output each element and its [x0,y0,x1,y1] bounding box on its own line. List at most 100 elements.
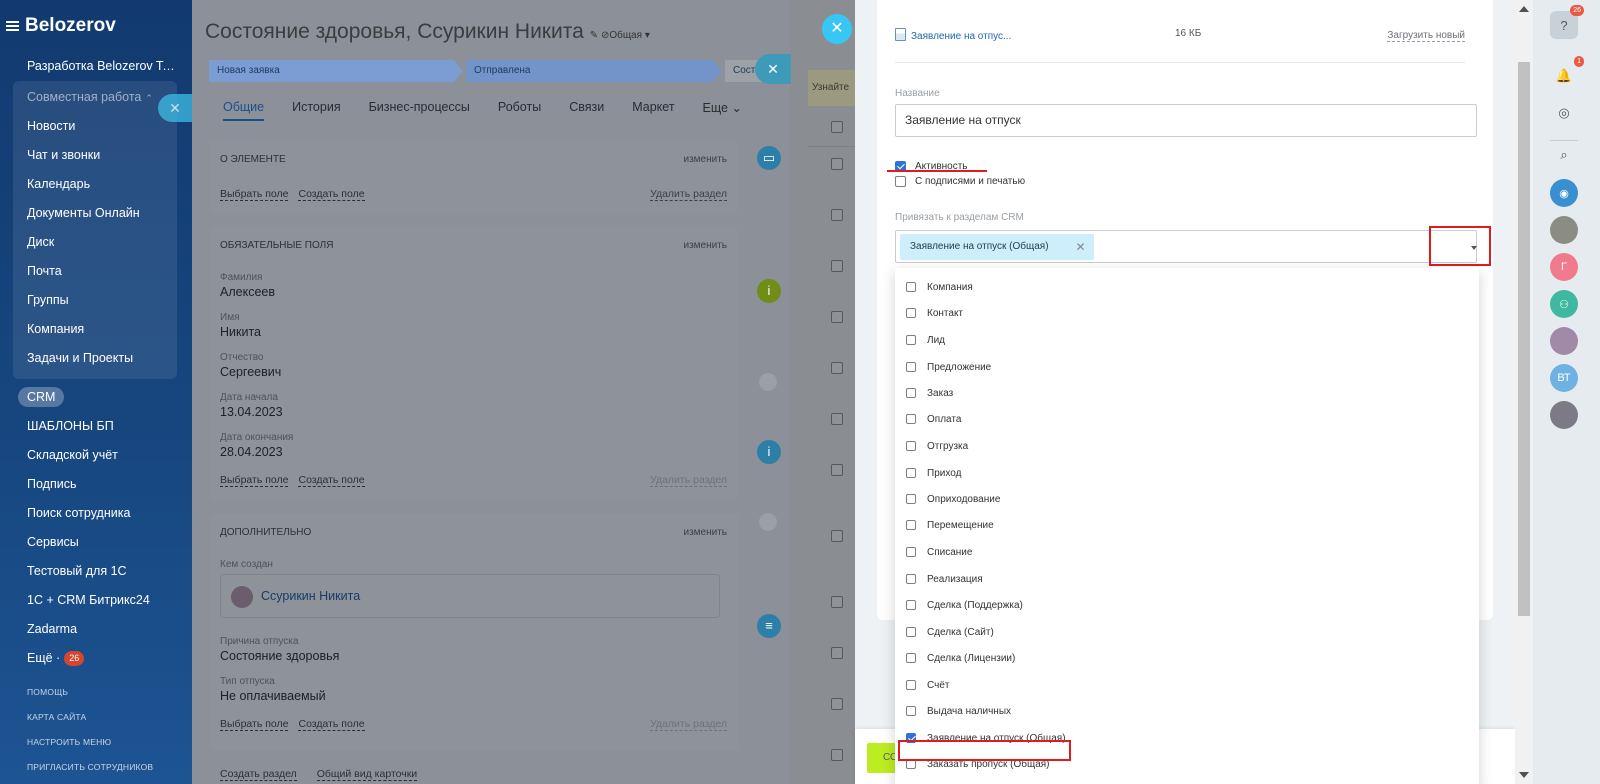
checkbox[interactable] [906,362,916,372]
stage-sent[interactable]: Отправлена [466,60,722,82]
avatar[interactable] [1550,327,1578,355]
section-edit-link[interactable]: изменить [683,154,727,165]
list-item[interactable]: Перемещение [906,516,994,534]
checkbox[interactable] [906,494,916,504]
pick-field-link[interactable]: Выбрать поле [220,474,289,487]
create-section-link[interactable]: Создать раздел [220,768,297,781]
help-icon[interactable]: ? 26 [1550,5,1584,39]
scroll-thumb[interactable] [1518,62,1530,616]
close-icon[interactable]: ✕ [755,54,791,84]
menu-burger-icon[interactable] [6,21,19,31]
comment-icon[interactable]: ▭ [757,146,781,170]
sidebar-item-zadarma[interactable]: Zadarma [13,615,177,644]
list-item[interactable]: Предложение [906,358,991,376]
sidebar-item-docs[interactable]: Документы Онлайн [13,199,177,228]
create-field-link[interactable]: Создать поле [298,188,365,201]
list-item[interactable]: Реализация [906,570,983,588]
file-link[interactable]: Заявление на отпус... [911,31,1011,42]
configure-menu-link[interactable]: НАСТРОИТЬ МЕНЮ [27,730,153,755]
list-item[interactable]: Контакт [906,304,963,322]
close-icon[interactable]: ✕ [158,94,192,122]
checkbox[interactable] [906,627,916,637]
sidebar-item-sign[interactable]: Подпись [13,470,177,499]
checkbox[interactable] [906,414,916,424]
sidebar-item-chat[interactable]: Чат и звонки [13,141,177,170]
checkbox[interactable] [906,335,916,345]
list-item[interactable]: Приход [906,464,961,482]
row-checkbox[interactable] [831,158,843,170]
logo[interactable]: Belozerov [6,15,116,37]
list-item[interactable]: Оприходование [906,490,1000,508]
checkbox[interactable] [906,680,916,690]
checkbox[interactable] [906,574,916,584]
stamps-checkbox[interactable] [895,176,906,187]
sidebar-item-bp-templates[interactable]: ШАБЛОНЫ БП [13,412,177,441]
search-icon[interactable]: ⌕ [1550,141,1578,169]
tab-market[interactable]: Маркет [632,100,674,121]
avatar[interactable] [1550,401,1578,429]
avatar[interactable] [1550,216,1578,244]
tab-more[interactable]: Еще ⌄ [703,100,742,121]
section-edit-link[interactable]: изменить [683,527,727,538]
sidebar-item-disk[interactable]: Диск [13,228,177,257]
delete-section-link[interactable]: Удалить раздел [650,718,727,731]
sidebar-item-test-1c[interactable]: Тестовый для 1С [13,557,177,586]
scroll-down-icon[interactable] [1519,772,1529,778]
row-checkbox[interactable] [831,121,843,133]
row-checkbox[interactable] [831,362,843,374]
checkbox[interactable] [906,468,916,478]
users-icon[interactable]: ⚇ [1550,290,1578,318]
creator-link[interactable]: Ссурикин Никита [261,589,360,603]
create-field-link[interactable]: Создать поле [298,474,365,487]
delete-section-link[interactable]: Удалить раздел [650,474,727,487]
tab-history[interactable]: История [292,100,340,121]
checkbox[interactable] [906,706,916,716]
sidebar-item-crm[interactable]: CRM [13,383,177,412]
sidebar-item-mail[interactable]: Почта [13,257,177,286]
upload-new-link[interactable]: Загрузить новый [1387,30,1465,42]
list-item[interactable]: Лид [906,331,945,349]
avatar[interactable]: ВТ [1550,364,1578,392]
list-item[interactable]: Заказ [906,384,953,402]
row-checkbox[interactable] [831,530,843,542]
delete-section-link[interactable]: Удалить раздел [650,188,727,201]
list-item[interactable]: Сделка (Поддержка) [906,596,1023,614]
avatar[interactable] [231,586,253,608]
sidebar-item-employee-search[interactable]: Поиск сотрудника [13,499,177,528]
checkbox[interactable] [906,308,916,318]
remove-tag-icon[interactable]: ✕ [1076,234,1086,260]
section-edit-link[interactable]: изменить [683,240,727,251]
crm-sections-select[interactable]: Заявление на отпуск (Общая) ✕ [895,230,1477,263]
card-view-link[interactable]: Общий вид карточки [316,768,418,781]
bell-icon[interactable]: 🔔 1 [1550,56,1584,90]
list-item[interactable]: Отгрузка [906,437,968,455]
sidebar-item-calendar[interactable]: Календарь [13,170,177,199]
checkbox[interactable] [906,520,916,530]
pick-field-link[interactable]: Выбрать поле [220,718,289,731]
sidebar-item-groups[interactable]: Группы [13,286,177,315]
scrollbar[interactable] [1515,0,1533,784]
tab-robots[interactable]: Роботы [498,100,541,121]
sidebar-item-tasks[interactable]: Задачи и Проекты [13,344,177,373]
sidebar-item-news[interactable]: Новости [13,112,177,141]
stamps-checkbox-row[interactable]: С подписями и печатью [895,176,1025,187]
checkbox[interactable] [906,282,916,292]
sidebar-item-1c-crm[interactable]: 1С + CRM Битрикс24 [13,586,177,615]
row-checkbox[interactable] [831,311,843,323]
list-item[interactable]: Оплата [906,410,961,428]
chat-icon[interactable]: ◎ [1550,99,1578,127]
row-checkbox[interactable] [831,596,843,608]
sidebar-item-team[interactable]: Разработка Belozerov Tea... [13,52,177,81]
row-checkbox[interactable] [831,749,843,761]
logo-text[interactable]: Belozerov [25,15,116,37]
row-checkbox[interactable] [831,464,843,476]
pick-field-link[interactable]: Выбрать поле [220,188,289,201]
checkbox[interactable] [906,600,916,610]
category-selector[interactable]: ✎ ⊘Общая ▾ [590,30,650,41]
tab-general[interactable]: Общие [223,100,265,121]
checkbox[interactable] [906,441,916,451]
sidebar-item-more[interactable]: Ещё · 26 [13,644,177,673]
list-item[interactable]: Выдача наличных [906,702,1011,720]
create-field-link[interactable]: Создать поле [298,718,365,731]
checkbox[interactable] [906,653,916,663]
